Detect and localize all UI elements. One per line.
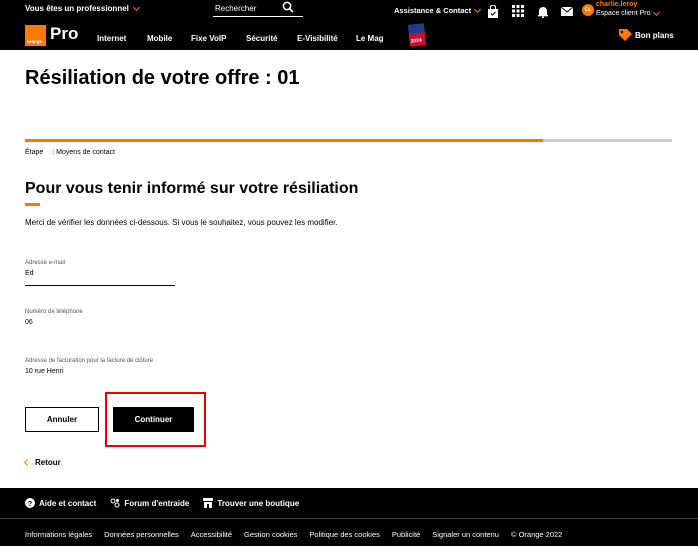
badge-year: 2024 <box>410 37 423 45</box>
mail-icon[interactable] <box>560 4 574 18</box>
footer-legal-info[interactable]: Informations légales <box>25 530 92 539</box>
progress-bar <box>25 139 672 142</box>
top-utility-bar: Vous êtes un professionnel Assistance & … <box>0 0 698 22</box>
brand-pro[interactable]: Pro <box>50 24 78 44</box>
footer: ? Aide et contact Forum d'entraide Trouv… <box>0 488 698 546</box>
highlight-box <box>105 392 206 447</box>
footer-forum-link[interactable]: Forum d'entraide <box>110 498 189 508</box>
footer-divider <box>0 518 698 519</box>
footer-help-label: Aide et contact <box>39 498 97 508</box>
nav-item-fixe-voip[interactable]: Fixe VoIP <box>191 34 226 43</box>
search-icon[interactable] <box>282 1 294 13</box>
nav-item-securite[interactable]: Sécurité <box>246 34 278 43</box>
community-icon <box>110 498 120 508</box>
chevron-down-icon <box>132 3 140 11</box>
step-indicator: Étape : Moyens de contact <box>25 149 115 156</box>
step-label: Étape <box>25 149 44 156</box>
intro-text: Merci de vérifier les données ci-dessous… <box>25 218 338 227</box>
search-input[interactable] <box>215 2 281 14</box>
chevron-left-icon <box>23 458 32 467</box>
store-bag-icon[interactable] <box>486 4 500 18</box>
section-accent-bar <box>25 203 40 206</box>
account-space: Espace client Pro <box>596 8 661 17</box>
account-menu[interactable]: CL charlie.leroy Espace client Pro <box>582 1 692 21</box>
email-value[interactable]: Ed <box>25 270 175 277</box>
orange-logo[interactable]: orange <box>25 25 46 46</box>
footer-personal-data[interactable]: Données personnelles <box>104 530 179 539</box>
footer-cookie-management[interactable]: Gestion cookies <box>244 530 297 539</box>
page-title: Résiliation de votre offre : 01 <box>25 67 300 89</box>
phone-field[interactable]: Numéro de téléphone 06 <box>25 309 175 326</box>
billing-address-label: Adresse de facturation pour la facture d… <box>25 358 154 364</box>
nav-item-internet[interactable]: Internet <box>97 34 126 43</box>
store-icon <box>203 498 214 508</box>
email-label: Adresse e-mail <box>25 260 66 266</box>
footer-legal-links: Informations légales Données personnelle… <box>25 530 562 539</box>
footer-store-label: Trouver une boutique <box>217 498 300 508</box>
pro-segment-select[interactable]: Vous êtes un professionnel <box>25 3 140 13</box>
back-link[interactable]: Retour <box>23 458 61 467</box>
billing-address-field[interactable]: Adresse de facturation pour la facture d… <box>25 358 225 375</box>
svg-text:?: ? <box>28 501 32 508</box>
chevron-down-icon <box>653 8 661 16</box>
nav-item-e-visibilite[interactable]: E-Visibilité <box>297 34 338 43</box>
email-field[interactable]: Adresse e-mail Ed <box>25 260 175 286</box>
assistance-contact-menu[interactable]: Assistance & Contact <box>394 5 482 15</box>
phone-label: Numéro de téléphone <box>25 309 83 315</box>
billing-address-value[interactable]: 10 rue Henri <box>25 368 225 375</box>
footer-forum-label: Forum d'entraide <box>124 498 190 508</box>
apps-grid-icon[interactable] <box>511 4 525 18</box>
back-label: Retour <box>35 458 61 467</box>
step-value: : Moyens de contact <box>52 149 115 156</box>
search-box <box>213 0 303 17</box>
account-space-label: Espace client Pro <box>596 10 651 17</box>
help-icon: ? <box>25 498 35 508</box>
tag-icon <box>619 29 632 41</box>
footer-copyright: © Orange 2022 <box>510 530 563 539</box>
avatar: CL <box>582 4 594 16</box>
assistance-label: Assistance & Contact <box>394 6 472 15</box>
nav-item-mobile[interactable]: Mobile <box>147 34 172 43</box>
bell-icon[interactable] <box>536 4 550 18</box>
account-username: charlie.leroy <box>596 1 638 8</box>
bon-plans-link[interactable]: Bon plans <box>619 29 674 41</box>
progress-fill <box>25 139 543 142</box>
footer-cookie-policy[interactable]: Politique des cookies <box>309 530 379 539</box>
footer-store-link[interactable]: Trouver une boutique <box>203 498 299 508</box>
bon-plans-label: Bon plans <box>635 30 674 40</box>
phone-value[interactable]: 06 <box>25 319 175 326</box>
footer-report-content[interactable]: Signaler un contenu <box>432 530 499 539</box>
main-navigation: orange Pro Internet Mobile Fixe VoIP Séc… <box>0 22 698 50</box>
nav-item-le-mag[interactable]: Le Mag <box>356 34 384 43</box>
footer-help-link[interactable]: ? Aide et contact <box>25 498 96 508</box>
cancel-button[interactable]: Annuler <box>25 407 99 432</box>
footer-advertising[interactable]: Publicité <box>392 530 420 539</box>
pro-segment-label: Vous êtes un professionnel <box>25 4 129 13</box>
logo-text: orange <box>27 39 43 44</box>
footer-accessibility[interactable]: Accessibilité <box>191 530 232 539</box>
badge-2024[interactable]: 2024 <box>407 23 427 47</box>
footer-primary-links: ? Aide et contact Forum d'entraide Trouv… <box>25 498 299 508</box>
section-title: Pour vous tenir informé sur votre résili… <box>25 180 359 197</box>
chevron-down-icon <box>474 5 482 13</box>
